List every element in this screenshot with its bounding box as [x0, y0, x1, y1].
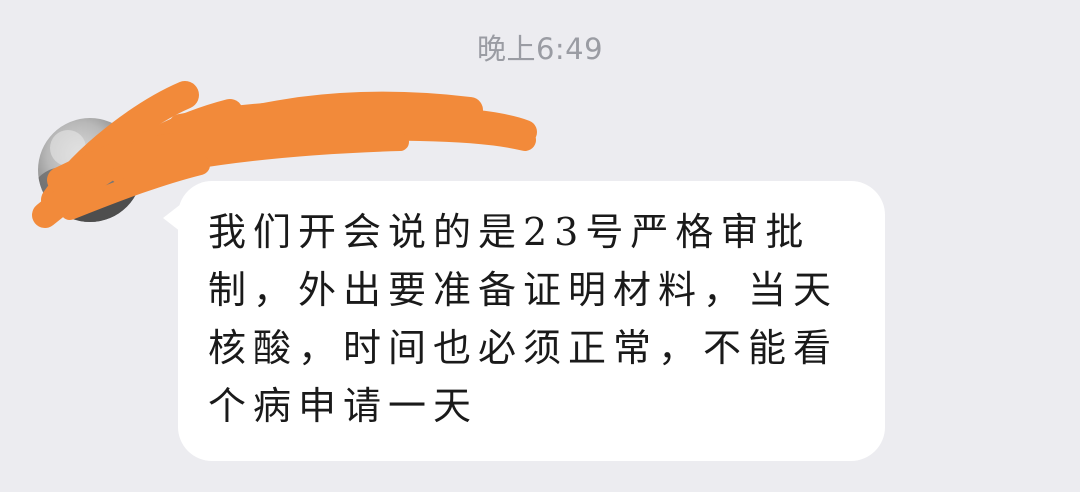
message-text: 我们开会说的是23号严格审批制，外出要准备证明材料，当天核酸，时间也必须正常，不…	[208, 210, 839, 428]
sender-avatar[interactable]	[38, 118, 142, 222]
sender-name: ...	[185, 122, 210, 152]
chat-screen: 晚上6:49 ... 我们开会说的是23号严格审批制，外出要准备证明材料，当天核…	[0, 0, 1080, 492]
avatar-photo-icon	[38, 130, 142, 222]
incoming-message-row: ... 我们开会说的是23号严格审批制，外出要准备证明材料，当天核酸，时间也必须…	[0, 0, 1080, 492]
message-bubble[interactable]: 我们开会说的是23号严格审批制，外出要准备证明材料，当天核酸，时间也必须正常，不…	[178, 181, 885, 461]
